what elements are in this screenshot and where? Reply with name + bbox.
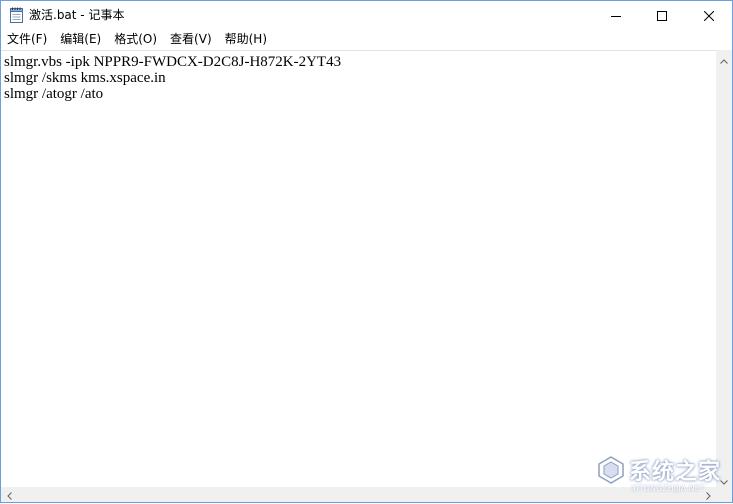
scroll-left-button[interactable]	[1, 487, 17, 502]
watermark: 系统之家 XITONGZHIJIA.NET	[589, 448, 729, 498]
menu-help[interactable]: 帮助(H)	[219, 30, 274, 49]
notepad-icon[interactable]	[10, 7, 23, 23]
close-button[interactable]	[686, 1, 732, 30]
maximize-icon	[657, 6, 667, 25]
editor-line[interactable]: slmgr /skms kms.xspace.in	[1, 70, 716, 86]
vertical-scrollbar[interactable]	[716, 50, 732, 487]
close-icon	[703, 6, 715, 25]
maximize-button[interactable]	[639, 1, 685, 30]
menu-view[interactable]: 查看(V)	[164, 30, 219, 49]
chevron-up-icon	[720, 49, 728, 68]
watermark-logo-icon	[595, 454, 627, 490]
chevron-left-icon	[6, 485, 12, 504]
menu-format[interactable]: 格式(O)	[108, 30, 164, 49]
minimize-button[interactable]	[593, 1, 639, 30]
watermark-subtext: XITONGZHIJIA.NET	[631, 484, 705, 493]
menu-bar: 文件(F) 编辑(E) 格式(O) 查看(V) 帮助(H)	[1, 30, 732, 49]
menu-file[interactable]: 文件(F)	[1, 30, 54, 49]
text-editor[interactable]: slmgr.vbs -ipk NPPR9-FWDCX-D2C8J-H872K-2…	[1, 50, 716, 488]
menu-edit[interactable]: 编辑(E)	[54, 30, 108, 49]
watermark-text: 系统之家	[629, 460, 722, 485]
minimize-icon	[611, 6, 621, 25]
editor-line[interactable]: slmgr.vbs -ipk NPPR9-FWDCX-D2C8J-H872K-2…	[1, 54, 716, 70]
scroll-up-button[interactable]	[716, 50, 732, 66]
title-bar[interactable]: 激活.bat - 记事本	[1, 1, 732, 30]
window-title: 激活.bat - 记事本	[29, 8, 125, 22]
editor-line[interactable]: slmgr /atogr /ato	[1, 86, 716, 102]
notepad-window: 激活.bat - 记事本 文件(F) 编辑(E) 格式(O) 查看(V) 帮助(…	[0, 0, 733, 503]
